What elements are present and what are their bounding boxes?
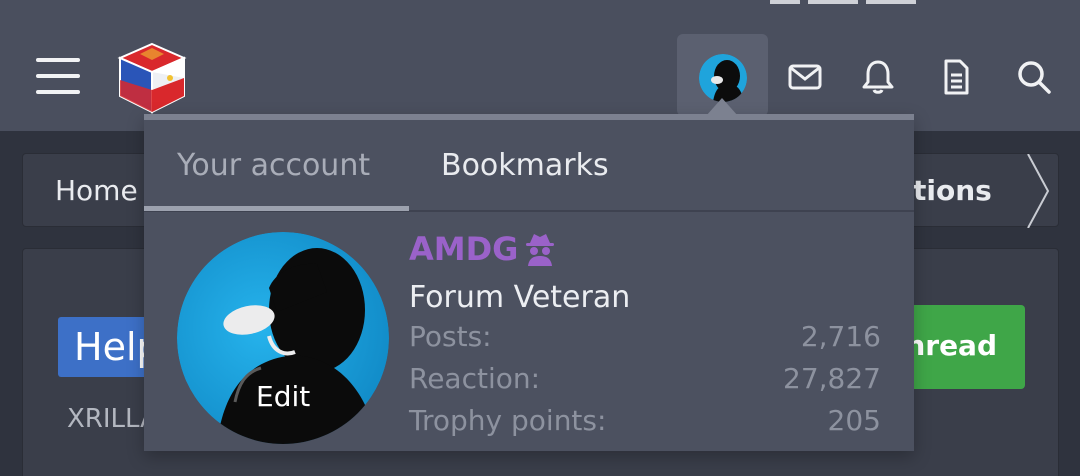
stat-value: 205 <box>827 404 881 437</box>
dropdown-caret <box>706 98 738 116</box>
stat-value: 2,716 <box>800 320 881 353</box>
stat-label: Reaction: <box>409 362 541 395</box>
active-tab-indicator <box>144 206 409 211</box>
breadcrumb-current[interactable]: tions <box>913 174 992 207</box>
tab-bookmarks[interactable]: Bookmarks <box>441 148 609 183</box>
search-icon[interactable] <box>1014 57 1054 97</box>
top-header <box>0 0 1080 131</box>
stat-reaction[interactable]: Reaction: 27,827 <box>409 362 881 395</box>
stat-label: Trophy points: <box>409 404 607 437</box>
spy-icon <box>526 234 555 266</box>
bell-icon[interactable] <box>858 57 898 97</box>
document-icon[interactable] <box>936 57 976 97</box>
status-bar-fragment <box>770 0 970 4</box>
dropdown-tabs: Your account Bookmarks <box>144 120 914 212</box>
breadcrumb-home-link[interactable]: Home <box>55 174 138 207</box>
stat-posts[interactable]: Posts: 2,716 <box>409 320 881 353</box>
account-dropdown: Your account Bookmarks Edit AMDG Forum V… <box>144 114 914 451</box>
stat-label: Posts: <box>409 320 492 353</box>
hamburger-icon[interactable] <box>36 58 80 96</box>
tab-your-account[interactable]: Your account <box>177 148 370 183</box>
envelope-icon[interactable] <box>785 57 825 97</box>
avatar-edit-label[interactable]: Edit <box>256 380 310 413</box>
stat-trophy-points[interactable]: Trophy points: 205 <box>409 404 881 437</box>
philippines-cube-logo[interactable] <box>114 40 190 116</box>
stat-value: 27,827 <box>783 362 881 395</box>
username-row: AMDG <box>409 230 556 268</box>
user-avatar-small <box>699 54 747 102</box>
user-title: Forum Veteran <box>409 280 631 315</box>
chevron-right-icon <box>1027 154 1050 228</box>
username-link[interactable]: AMDG <box>409 230 518 268</box>
